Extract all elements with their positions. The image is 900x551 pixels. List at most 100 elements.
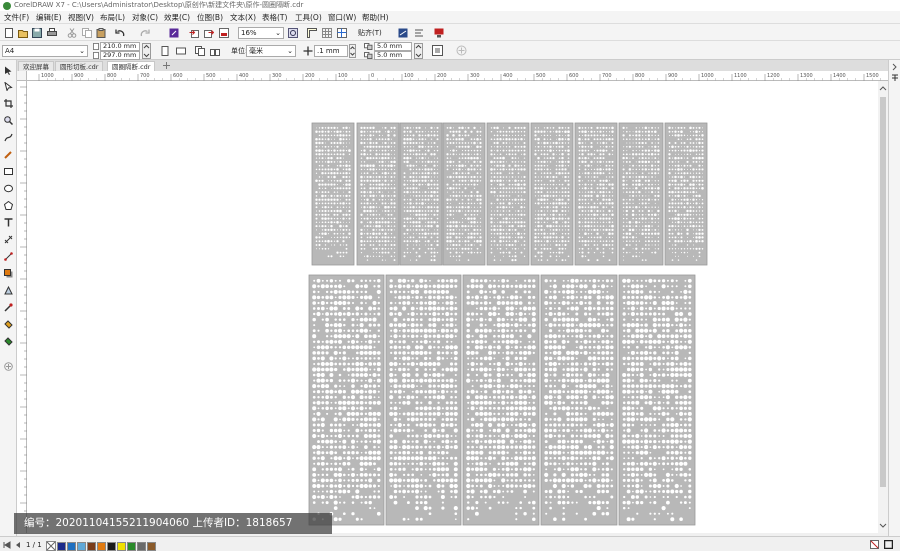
- prev-page-icon[interactable]: [14, 541, 22, 549]
- horizontal-ruler[interactable]: 1000 900 800 700 600 500 400 300 200 100 0 100 200 30…: [17, 71, 888, 81]
- options-icon[interactable]: [434, 28, 444, 38]
- tab-welcome-screen[interactable]: 欢迎屏幕: [18, 61, 54, 71]
- search-content-icon[interactable]: [169, 28, 179, 38]
- menu-text[interactable]: 文本(X): [230, 11, 256, 24]
- nudge-distance-field[interactable]: .1 mm: [314, 45, 348, 57]
- current-page-icon[interactable]: [210, 46, 220, 56]
- portrait-icon[interactable]: [160, 46, 170, 56]
- dynamic-guides-icon[interactable]: [398, 28, 408, 38]
- zoom-tool-icon[interactable]: [4, 116, 13, 125]
- freehand-tool-icon[interactable]: [4, 133, 13, 142]
- cut-icon[interactable]: [67, 28, 77, 38]
- interactive-fill-tool-icon[interactable]: [4, 320, 13, 329]
- partition-panel[interactable]: [311, 122, 355, 266]
- dock-collapse-icon[interactable]: [891, 63, 899, 71]
- page-height-field[interactable]: 297.0 mm: [100, 51, 140, 60]
- vertical-ruler[interactable]: [17, 81, 27, 533]
- dock-hints-icon[interactable]: [891, 74, 899, 82]
- menu-help[interactable]: 帮助(H): [362, 11, 389, 24]
- partition-panel[interactable]: [618, 122, 664, 266]
- palette-swatch[interactable]: [97, 542, 106, 551]
- page-width-field[interactable]: 210.0 mm: [100, 42, 140, 51]
- polygon-tool-icon[interactable]: [4, 201, 13, 210]
- palette-swatch[interactable]: [57, 542, 66, 551]
- alignment-guides-icon[interactable]: [414, 28, 424, 38]
- ellipse-tool-icon[interactable]: [4, 184, 13, 193]
- first-page-icon[interactable]: [3, 541, 11, 549]
- scroll-down-icon[interactable]: [879, 522, 887, 530]
- page-size-select[interactable]: A4 ⌄: [2, 45, 88, 57]
- drop-shadow-tool-icon[interactable]: [4, 269, 13, 278]
- partition-panel[interactable]: [540, 274, 618, 526]
- palette-swatch[interactable]: [117, 542, 126, 551]
- palette-swatch[interactable]: [107, 542, 116, 551]
- palette-swatch[interactable]: [77, 542, 86, 551]
- crop-tool-icon[interactable]: [4, 99, 13, 108]
- connector-tool-icon[interactable]: [4, 252, 13, 261]
- palette-swatch[interactable]: [137, 542, 146, 551]
- new-document-icon[interactable]: [4, 28, 14, 38]
- add-tab-icon[interactable]: [162, 61, 171, 70]
- partition-panel[interactable]: [399, 122, 443, 266]
- duplicate-spinner-icon[interactable]: [414, 43, 423, 59]
- partition-panels-artwork[interactable]: [27, 81, 878, 533]
- save-icon[interactable]: [32, 28, 42, 38]
- menu-view[interactable]: 视图(V): [68, 11, 94, 24]
- print-icon[interactable]: [47, 28, 57, 38]
- menu-edit[interactable]: 编辑(E): [36, 11, 62, 24]
- size-spinner-icon[interactable]: [142, 43, 151, 59]
- duplicate-distance-y-field[interactable]: 5.0 mm: [374, 51, 412, 60]
- snap-to-dropdown[interactable]: 贴齐(T): [358, 28, 382, 38]
- partition-panel[interactable]: [356, 122, 400, 266]
- customize-toolbox-icon[interactable]: [4, 362, 13, 371]
- no-color-swatch-icon[interactable]: [46, 541, 56, 551]
- treat-as-filled-icon[interactable]: [432, 45, 443, 56]
- palette-swatch[interactable]: [147, 542, 156, 551]
- smart-drawing-tool-icon[interactable]: [4, 150, 13, 159]
- rectangle-tool-icon[interactable]: [4, 167, 13, 176]
- menu-object[interactable]: 对象(C): [132, 11, 158, 24]
- undo-icon[interactable]: [115, 28, 125, 38]
- partition-panel[interactable]: [385, 274, 462, 526]
- palette-swatch[interactable]: [67, 542, 76, 551]
- menu-tools[interactable]: 工具(O): [295, 11, 322, 24]
- shape-tool-icon[interactable]: [4, 82, 13, 91]
- partition-panel[interactable]: [442, 122, 486, 266]
- scroll-thumb[interactable]: [880, 97, 886, 487]
- export-icon[interactable]: [204, 28, 214, 38]
- redo-icon[interactable]: [140, 28, 150, 38]
- show-rulers-icon[interactable]: [307, 28, 317, 38]
- partition-panel[interactable]: [530, 122, 574, 266]
- copy-icon[interactable]: [82, 28, 92, 38]
- add-preset-icon[interactable]: [456, 45, 467, 56]
- palette-swatch[interactable]: [127, 542, 136, 551]
- outline-indicator-icon[interactable]: [884, 540, 893, 549]
- menu-window[interactable]: 窗口(W): [328, 11, 356, 24]
- transparency-tool-icon[interactable]: [4, 286, 13, 295]
- partition-panel[interactable]: [486, 122, 530, 266]
- menu-effects[interactable]: 效果(C): [164, 11, 190, 24]
- units-select[interactable]: 毫米 ⌄: [246, 45, 296, 57]
- ruler-origin[interactable]: [17, 71, 27, 81]
- palette-swatch[interactable]: [87, 542, 96, 551]
- text-tool-icon[interactable]: [4, 218, 13, 227]
- landscape-icon[interactable]: [176, 46, 186, 56]
- partition-panel[interactable]: [462, 274, 540, 526]
- menu-bitmaps[interactable]: 位图(B): [197, 11, 223, 24]
- scroll-up-icon[interactable]: [879, 84, 887, 92]
- full-screen-icon[interactable]: [288, 28, 298, 38]
- show-guidelines-icon[interactable]: [337, 28, 347, 38]
- menu-table[interactable]: 表格(T): [262, 11, 287, 24]
- eyedropper-tool-icon[interactable]: [4, 303, 13, 312]
- partition-panel[interactable]: [664, 122, 708, 266]
- show-grid-icon[interactable]: [322, 28, 332, 38]
- menu-layout[interactable]: 布局(L): [100, 11, 125, 24]
- pick-tool-icon[interactable]: [4, 66, 13, 75]
- partition-panel[interactable]: [308, 274, 385, 526]
- smart-fill-tool-icon[interactable]: [4, 337, 13, 346]
- duplicate-distance-x-field[interactable]: 5.0 mm: [374, 42, 412, 51]
- drawing-canvas[interactable]: [27, 81, 878, 533]
- tab-circle-board[interactable]: 圆形切板.cdr: [55, 61, 104, 71]
- partition-panel[interactable]: [618, 274, 696, 526]
- paste-icon[interactable]: [96, 28, 106, 38]
